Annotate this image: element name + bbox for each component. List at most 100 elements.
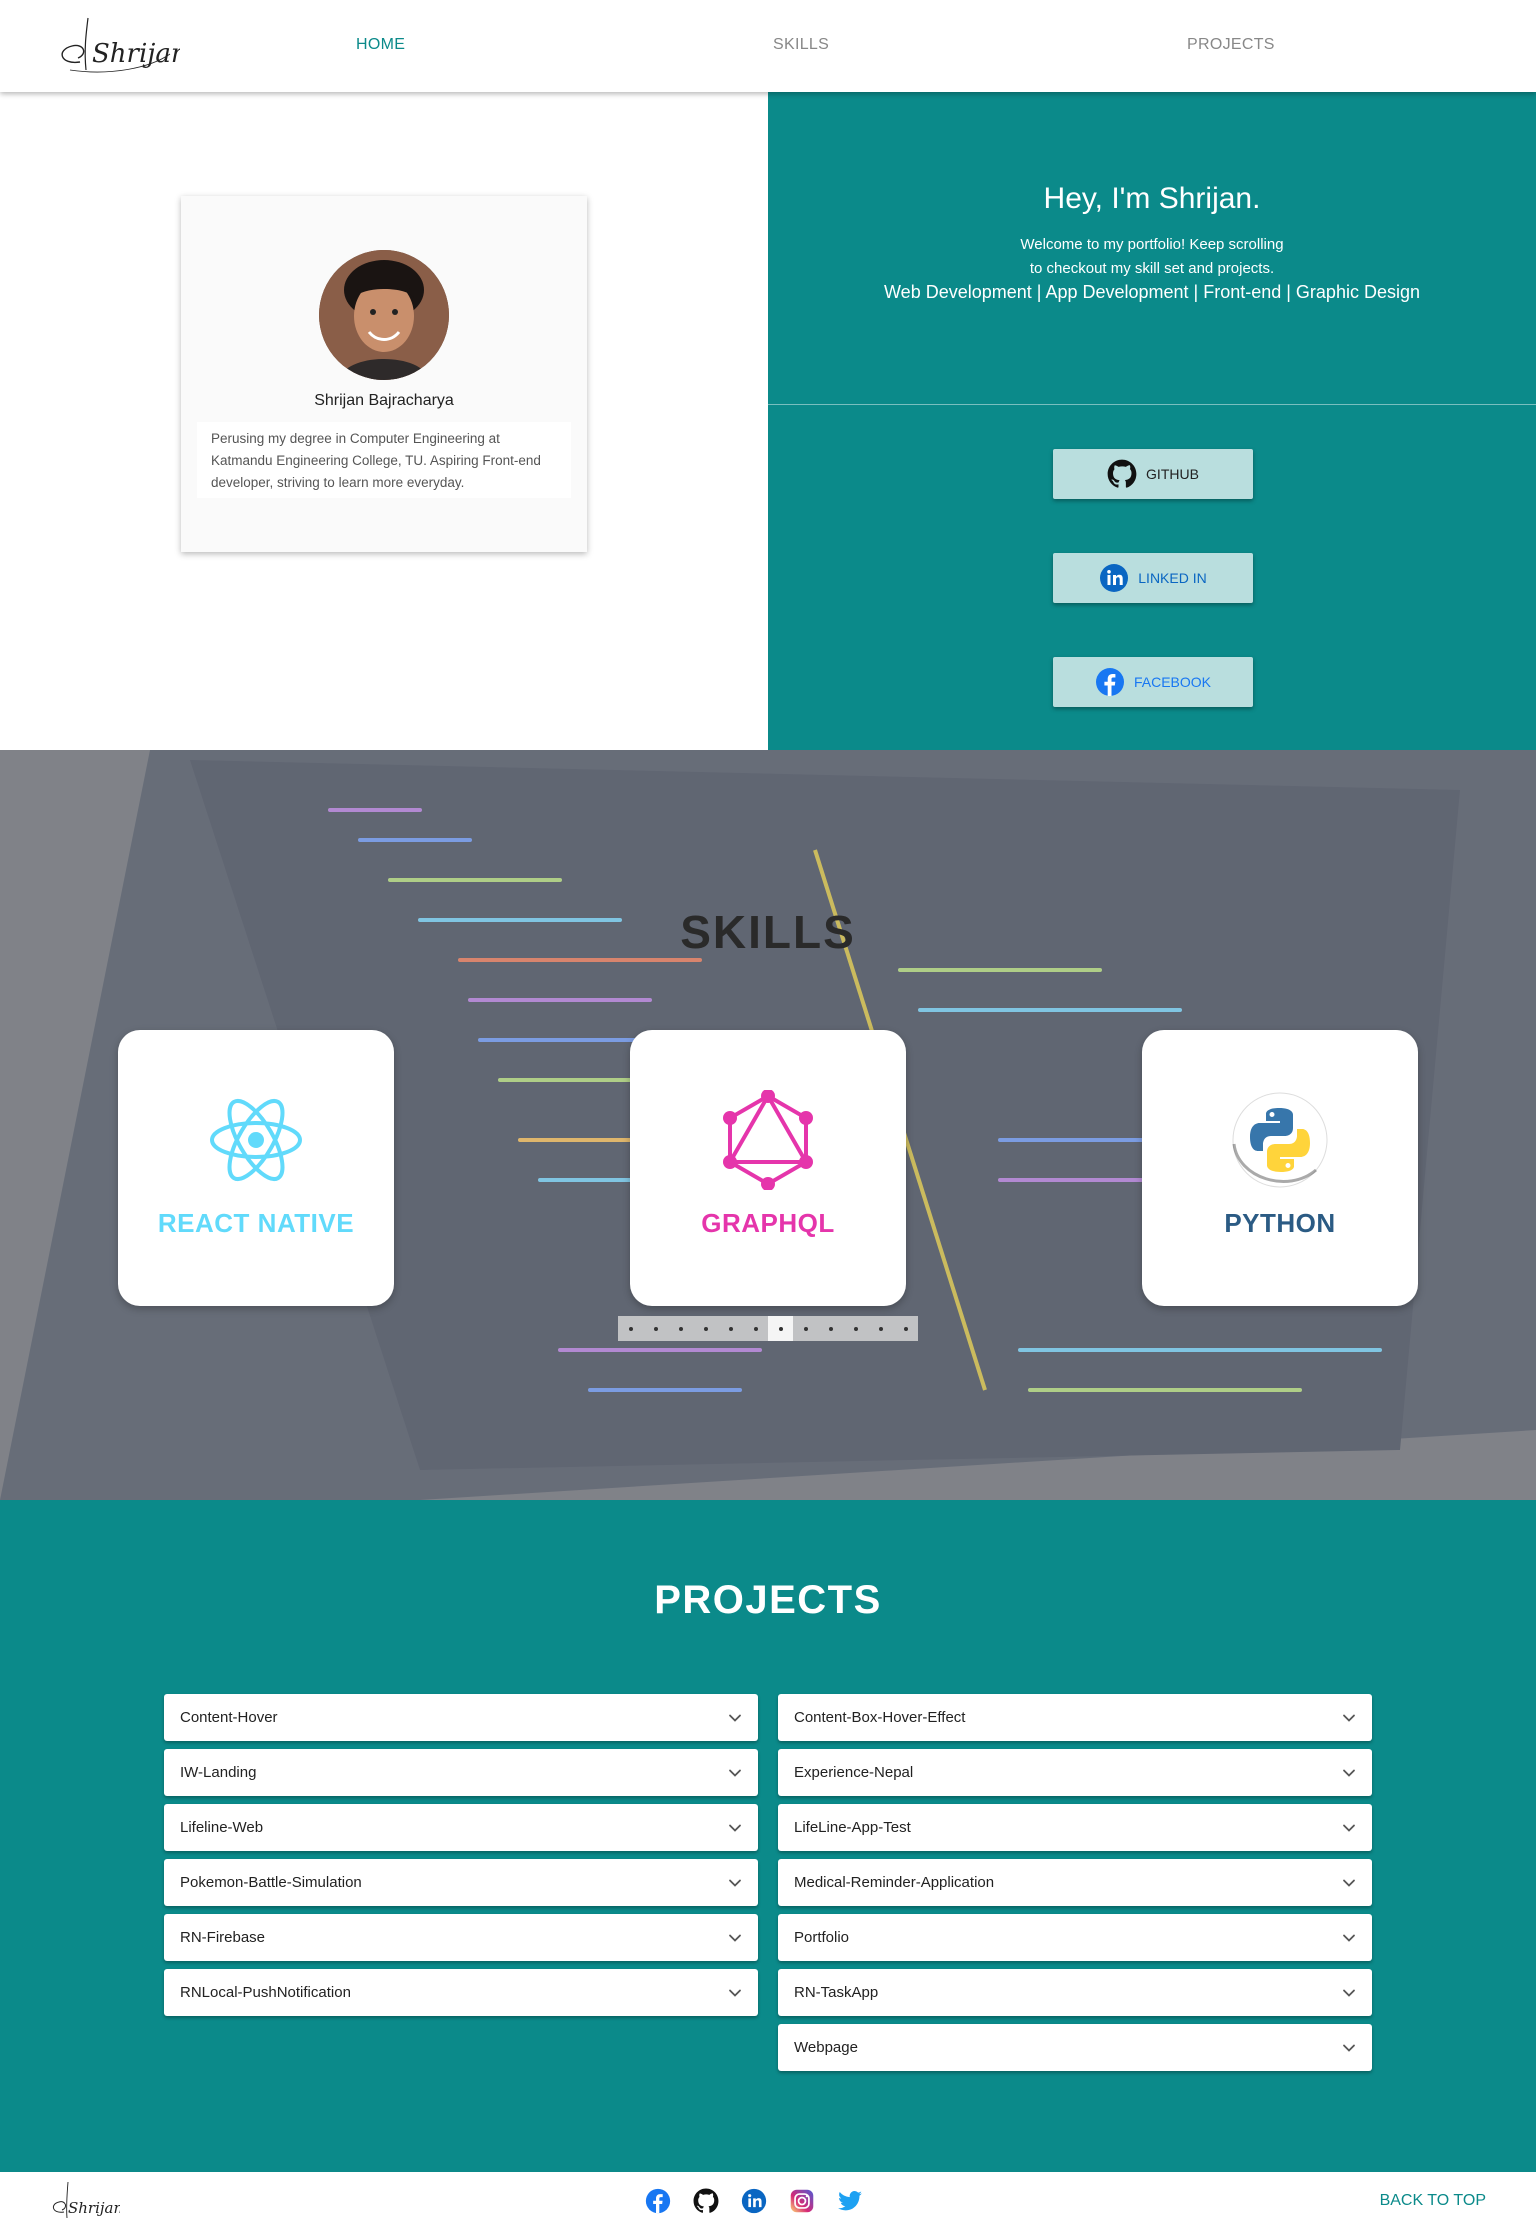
linkedin-icon [1099, 563, 1129, 593]
project-name: Experience-Nepal [794, 1764, 914, 1781]
dot-indicator [853, 1326, 858, 1331]
chevron-down-icon [1342, 2041, 1356, 2055]
hero-welcome: Welcome to my portfolio! Keep scrolling … [768, 233, 1536, 281]
project-accordion-item[interactable]: Content-Box-Hover-Effect [778, 1694, 1372, 1741]
skill-card-graphql[interactable]: GRAPHQL [630, 1030, 906, 1306]
footer-logo[interactable]: Shrijan [46, 2178, 120, 2224]
github-icon[interactable] [693, 2188, 719, 2214]
carousel-dot[interactable] [693, 1316, 718, 1341]
carousel-dot[interactable] [793, 1316, 818, 1341]
carousel-dot[interactable] [843, 1316, 868, 1341]
project-name: IW-Landing [180, 1764, 257, 1781]
logo[interactable]: Shrijan [50, 10, 180, 80]
skill-label: REACT NATIVE [157, 1208, 355, 1238]
hero-welcome-line2: to checkout my skill set and projects. [1029, 260, 1275, 277]
chevron-down-icon [1342, 1931, 1356, 1945]
dot-indicator [628, 1326, 633, 1331]
chevron-down-icon [1342, 1876, 1356, 1890]
skill-label: PYTHON [1224, 1208, 1336, 1238]
chevron-down-icon [728, 1931, 742, 1945]
carousel-dot[interactable] [643, 1316, 668, 1341]
project-name: Content-Box-Hover-Effect [794, 1709, 966, 1726]
carousel-dot[interactable] [818, 1316, 843, 1341]
project-name: Webpage [794, 2039, 858, 2056]
dot-indicator [903, 1326, 908, 1331]
linkedin-label: LINKED IN [1138, 570, 1207, 586]
project-name: Pokemon-Battle-Simulation [180, 1874, 362, 1891]
nav-home[interactable]: HOME [356, 36, 405, 54]
dot-indicator [703, 1326, 708, 1331]
divider [768, 404, 1536, 405]
project-accordion-item[interactable]: Content-Hover [164, 1694, 758, 1741]
facebook-button[interactable]: FACEBOOK [1053, 657, 1253, 707]
skills-title: SKILLS [680, 906, 856, 958]
skill-label: GRAPHQL [701, 1208, 835, 1238]
carousel-dot[interactable] [893, 1316, 918, 1341]
projects-section: PROJECTS Content-Hover IW-Landing Lifeline… [0, 1500, 1536, 2172]
hero-left-panel: Shrijan Bajracharya Perusing my degree i… [0, 92, 768, 750]
skill-card-python[interactable]: PYTHON [1142, 1030, 1418, 1306]
github-button[interactable]: GITHUB [1053, 449, 1253, 499]
facebook-label: FACEBOOK [1133, 674, 1212, 690]
project-accordion-item[interactable]: RN-Firebase [164, 1914, 758, 1961]
project-name: LifeLine-App-Test [794, 1819, 911, 1836]
project-accordion-item[interactable]: Portfolio [778, 1914, 1372, 1961]
hero-right-panel: Hey, I'm Shrijan. Welcome to my portfoli… [768, 92, 1536, 750]
footer-logo-text: Shrijan [68, 2199, 120, 2217]
chevron-down-icon [1342, 1766, 1356, 1780]
dot-indicator [878, 1326, 883, 1331]
logo-text: Shrijan [92, 39, 180, 69]
skill-card-react-native[interactable]: REACT NATIVE [118, 1030, 394, 1306]
project-name: Content-Hover [180, 1709, 278, 1726]
carousel-dot[interactable] [618, 1316, 643, 1341]
footer-social-icons [645, 2188, 863, 2214]
profile-name: Shrijan Bajracharya [314, 392, 454, 409]
twitter-icon[interactable] [837, 2188, 863, 2214]
dot-indicator [753, 1326, 758, 1331]
avatar [319, 250, 449, 380]
project-accordion-item[interactable]: Pokemon-Battle-Simulation [164, 1859, 758, 1906]
project-accordion-item[interactable]: Lifeline-Web [164, 1804, 758, 1851]
skills-section: SKILLS REACT NATIVE GRAPHQL PYTHON [0, 750, 1536, 1500]
hero-title: Hey, I'm Shrijan. [1043, 182, 1261, 215]
project-accordion-item[interactable]: Medical-Reminder-Application [778, 1859, 1372, 1906]
back-to-top-link[interactable]: BACK TO TOP [1380, 2192, 1486, 2210]
facebook-icon [1095, 667, 1125, 697]
profile-card: Shrijan Bajracharya Perusing my degree i… [181, 196, 587, 552]
dot-indicator [828, 1326, 833, 1331]
chevron-down-icon [728, 1711, 742, 1725]
nav-projects[interactable]: PROJECTS [1187, 36, 1275, 54]
carousel-dot[interactable] [868, 1316, 893, 1341]
chevron-down-icon [1342, 1711, 1356, 1725]
project-accordion-item[interactable]: RN-TaskApp [778, 1969, 1372, 2016]
carousel-dot[interactable] [768, 1316, 793, 1341]
dot-indicator [778, 1326, 783, 1331]
react-icon [210, 1098, 302, 1182]
github-label: GITHUB [1146, 466, 1199, 482]
project-accordion-item[interactable]: Webpage [778, 2024, 1372, 2071]
linkedin-icon[interactable] [741, 2188, 767, 2214]
project-name: Portfolio [794, 1929, 850, 1946]
github-icon [1107, 459, 1137, 489]
project-accordion-item[interactable]: RNLocal-PushNotification [164, 1969, 758, 2016]
facebook-icon[interactable] [645, 2188, 671, 2214]
carousel-dot[interactable] [668, 1316, 693, 1341]
project-name: RN-TaskApp [794, 1984, 879, 2001]
project-accordion-item[interactable]: LifeLine-App-Test [778, 1804, 1372, 1851]
chevron-down-icon [728, 1766, 742, 1780]
top-navbar: Shrijan HOME SKILLS PROJECTS [0, 0, 1536, 92]
carousel-dot[interactable] [743, 1316, 768, 1341]
project-accordion-item[interactable]: IW-Landing [164, 1749, 758, 1796]
graphql-icon [723, 1090, 813, 1190]
hero-roles: Web Development | App Development | Fron… [884, 282, 1420, 302]
dot-indicator [653, 1326, 658, 1331]
chevron-down-icon [1342, 1986, 1356, 2000]
carousel-dot[interactable] [718, 1316, 743, 1341]
dot-indicator [678, 1326, 683, 1331]
nav-skills[interactable]: SKILLS [773, 36, 829, 54]
dot-indicator [803, 1326, 808, 1331]
linkedin-button[interactable]: LINKED IN [1053, 553, 1253, 603]
project-accordion-item[interactable]: Experience-Nepal [778, 1749, 1372, 1796]
project-name: Lifeline-Web [180, 1819, 264, 1836]
instagram-icon[interactable] [789, 2188, 815, 2214]
